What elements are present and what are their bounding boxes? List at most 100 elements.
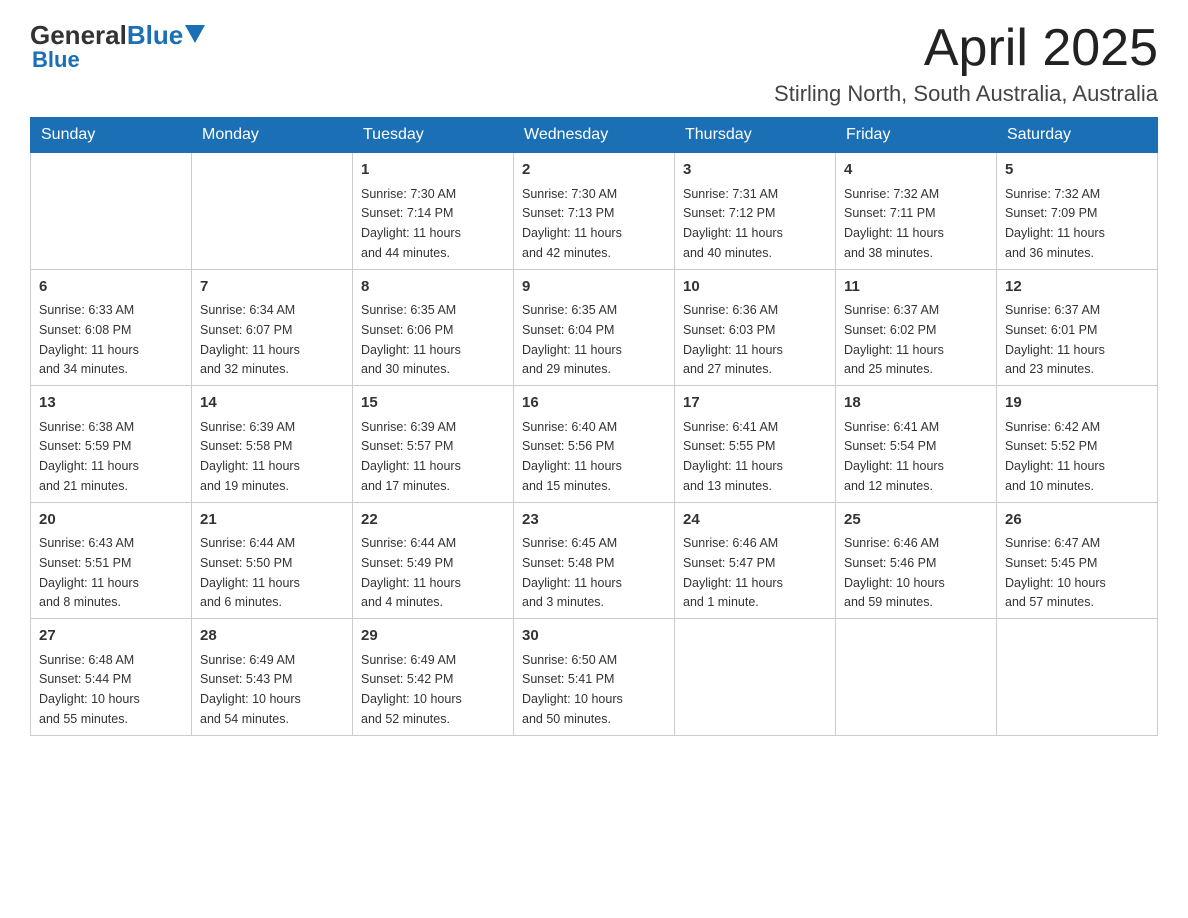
day-number: 15 [361, 392, 505, 415]
day-info: Sunrise: 6:47 AM Sunset: 5:45 PM Dayligh… [1005, 536, 1106, 609]
calendar-header-row: SundayMondayTuesdayWednesdayThursdayFrid… [31, 118, 1158, 153]
calendar-cell: 5 Sunrise: 7:32 AM Sunset: 7:09 PM Daylig… [997, 153, 1158, 270]
day-number: 20 [39, 509, 183, 532]
day-info: Sunrise: 6:41 AM Sunset: 5:54 PM Dayligh… [844, 420, 944, 493]
day-info: Sunrise: 6:34 AM Sunset: 6:07 PM Dayligh… [200, 303, 300, 376]
calendar-cell: 13 Sunrise: 6:38 AM Sunset: 5:59 PM Dayli… [31, 386, 192, 503]
day-info: Sunrise: 6:42 AM Sunset: 5:52 PM Dayligh… [1005, 420, 1105, 493]
day-number: 25 [844, 509, 988, 532]
calendar-cell: 3 Sunrise: 7:31 AM Sunset: 7:12 PM Daylig… [675, 153, 836, 270]
day-number: 9 [522, 276, 666, 299]
day-number: 12 [1005, 276, 1149, 299]
page-header: General Blue Blue April 2025 Stirling No… [30, 20, 1158, 107]
day-number: 19 [1005, 392, 1149, 415]
day-number: 27 [39, 625, 183, 648]
calendar-cell: 14 Sunrise: 6:39 AM Sunset: 5:58 PM Dayli… [192, 386, 353, 503]
day-number: 14 [200, 392, 344, 415]
header-monday: Monday [192, 118, 353, 153]
day-info: Sunrise: 6:40 AM Sunset: 5:56 PM Dayligh… [522, 420, 622, 493]
calendar-cell [997, 619, 1158, 736]
day-info: Sunrise: 6:38 AM Sunset: 5:59 PM Dayligh… [39, 420, 139, 493]
day-number: 22 [361, 509, 505, 532]
header-saturday: Saturday [997, 118, 1158, 153]
header-tuesday: Tuesday [353, 118, 514, 153]
logo: General Blue Blue [30, 20, 205, 73]
day-number: 23 [522, 509, 666, 532]
calendar-cell: 16 Sunrise: 6:40 AM Sunset: 5:56 PM Dayli… [514, 386, 675, 503]
calendar-cell: 24Sunrise: 6:46 AM Sunset: 5:47 PM Dayli… [675, 502, 836, 619]
day-number: 18 [844, 392, 988, 415]
calendar-week-3: 13 Sunrise: 6:38 AM Sunset: 5:59 PM Dayli… [31, 386, 1158, 503]
header-friday: Friday [836, 118, 997, 153]
day-info: Sunrise: 6:50 AM Sunset: 5:41 PM Dayligh… [522, 653, 623, 726]
day-number: 1 [361, 159, 505, 182]
calendar-cell [675, 619, 836, 736]
calendar-cell: 11Sunrise: 6:37 AM Sunset: 6:02 PM Dayli… [836, 269, 997, 386]
calendar-cell: 7Sunrise: 6:34 AM Sunset: 6:07 PM Daylig… [192, 269, 353, 386]
day-info: Sunrise: 6:35 AM Sunset: 6:04 PM Dayligh… [522, 303, 622, 376]
header-wednesday: Wednesday [514, 118, 675, 153]
day-number: 11 [844, 276, 988, 299]
day-info: Sunrise: 6:36 AM Sunset: 6:03 PM Dayligh… [683, 303, 783, 376]
day-number: 2 [522, 159, 666, 182]
day-number: 28 [200, 625, 344, 648]
day-info: Sunrise: 6:44 AM Sunset: 5:49 PM Dayligh… [361, 536, 461, 609]
day-number: 3 [683, 159, 827, 182]
day-number: 29 [361, 625, 505, 648]
calendar-cell: 8Sunrise: 6:35 AM Sunset: 6:06 PM Daylig… [353, 269, 514, 386]
calendar-cell [836, 619, 997, 736]
calendar-cell: 12 Sunrise: 6:37 AM Sunset: 6:01 PM Dayli… [997, 269, 1158, 386]
day-number: 13 [39, 392, 183, 415]
location-title: Stirling North, South Australia, Austral… [774, 81, 1158, 107]
calendar-cell: 9 Sunrise: 6:35 AM Sunset: 6:04 PM Daylig… [514, 269, 675, 386]
day-info: Sunrise: 6:46 AM Sunset: 5:47 PM Dayligh… [683, 536, 783, 609]
calendar-cell: 29 Sunrise: 6:49 AM Sunset: 5:42 PM Dayli… [353, 619, 514, 736]
day-info: Sunrise: 7:32 AM Sunset: 7:09 PM Dayligh… [1005, 187, 1105, 260]
calendar-cell: 21 Sunrise: 6:44 AM Sunset: 5:50 PM Dayli… [192, 502, 353, 619]
day-info: Sunrise: 6:49 AM Sunset: 5:43 PM Dayligh… [200, 653, 301, 726]
calendar-cell: 6 Sunrise: 6:33 AM Sunset: 6:08 PM Daylig… [31, 269, 192, 386]
day-number: 6 [39, 276, 183, 299]
day-info: Sunrise: 6:37 AM Sunset: 6:01 PM Dayligh… [1005, 303, 1105, 376]
day-info: Sunrise: 6:33 AM Sunset: 6:08 PM Dayligh… [39, 303, 139, 376]
calendar-cell: 25Sunrise: 6:46 AM Sunset: 5:46 PM Dayli… [836, 502, 997, 619]
day-info: Sunrise: 7:31 AM Sunset: 7:12 PM Dayligh… [683, 187, 783, 260]
day-number: 5 [1005, 159, 1149, 182]
calendar-cell: 20 Sunrise: 6:43 AM Sunset: 5:51 PM Dayli… [31, 502, 192, 619]
day-info: Sunrise: 6:48 AM Sunset: 5:44 PM Dayligh… [39, 653, 140, 726]
day-info: Sunrise: 7:30 AM Sunset: 7:14 PM Dayligh… [361, 187, 461, 260]
day-number: 10 [683, 276, 827, 299]
day-number: 16 [522, 392, 666, 415]
calendar-week-4: 20 Sunrise: 6:43 AM Sunset: 5:51 PM Dayli… [31, 502, 1158, 619]
day-number: 21 [200, 509, 344, 532]
calendar-cell: 23 Sunrise: 6:45 AM Sunset: 5:48 PM Dayli… [514, 502, 675, 619]
logo-underline: Blue [32, 47, 80, 73]
logo-blue-text: Blue [127, 20, 183, 51]
logo-triangle-icon [185, 25, 205, 43]
calendar-cell: 22 Sunrise: 6:44 AM Sunset: 5:49 PM Dayli… [353, 502, 514, 619]
calendar-cell: 18 Sunrise: 6:41 AM Sunset: 5:54 PM Dayli… [836, 386, 997, 503]
day-number: 26 [1005, 509, 1149, 532]
calendar-cell [192, 153, 353, 270]
day-info: Sunrise: 6:43 AM Sunset: 5:51 PM Dayligh… [39, 536, 139, 609]
calendar-cell: 30 Sunrise: 6:50 AM Sunset: 5:41 PM Dayli… [514, 619, 675, 736]
calendar-table: SundayMondayTuesdayWednesdayThursdayFrid… [30, 117, 1158, 736]
day-info: Sunrise: 6:39 AM Sunset: 5:58 PM Dayligh… [200, 420, 300, 493]
day-info: Sunrise: 6:44 AM Sunset: 5:50 PM Dayligh… [200, 536, 300, 609]
day-info: Sunrise: 6:49 AM Sunset: 5:42 PM Dayligh… [361, 653, 462, 726]
day-info: Sunrise: 6:41 AM Sunset: 5:55 PM Dayligh… [683, 420, 783, 493]
day-info: Sunrise: 7:32 AM Sunset: 7:11 PM Dayligh… [844, 187, 944, 260]
calendar-week-1: 1 Sunrise: 7:30 AM Sunset: 7:14 PM Daylig… [31, 153, 1158, 270]
calendar-week-2: 6 Sunrise: 6:33 AM Sunset: 6:08 PM Daylig… [31, 269, 1158, 386]
day-number: 8 [361, 276, 505, 299]
day-info: Sunrise: 6:39 AM Sunset: 5:57 PM Dayligh… [361, 420, 461, 493]
calendar-week-5: 27 Sunrise: 6:48 AM Sunset: 5:44 PM Dayli… [31, 619, 1158, 736]
calendar-cell: 17 Sunrise: 6:41 AM Sunset: 5:55 PM Dayli… [675, 386, 836, 503]
day-info: Sunrise: 6:45 AM Sunset: 5:48 PM Dayligh… [522, 536, 622, 609]
day-number: 17 [683, 392, 827, 415]
month-title: April 2025 [774, 20, 1158, 77]
day-number: 30 [522, 625, 666, 648]
calendar-cell: 28 Sunrise: 6:49 AM Sunset: 5:43 PM Dayli… [192, 619, 353, 736]
calendar-cell: 4Sunrise: 7:32 AM Sunset: 7:11 PM Daylig… [836, 153, 997, 270]
header-thursday: Thursday [675, 118, 836, 153]
